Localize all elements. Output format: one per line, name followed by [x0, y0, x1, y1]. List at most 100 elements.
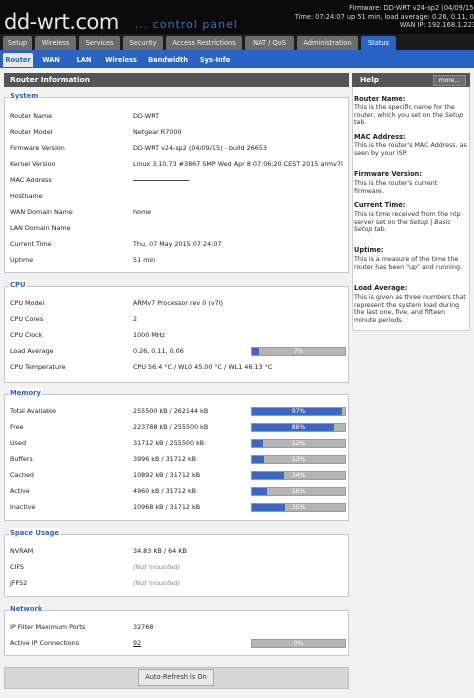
subtab-router[interactable]: Router	[3, 53, 33, 67]
row-value: 10968 kB / 31712 kB	[133, 503, 201, 511]
row-label: IP Filter Maximum Ports	[10, 623, 86, 631]
used-row: Used 31712 kB / 255500 kB 12%	[10, 437, 346, 449]
row-label: Total Available	[10, 407, 56, 415]
row-label: CPU Cores	[10, 315, 44, 323]
subtab-wireless[interactable]: Wireless	[101, 53, 141, 67]
cached-bar: 34%	[251, 471, 346, 480]
tab-nat-qos[interactable]: NAT / QoS	[245, 36, 294, 50]
row-value: home	[133, 208, 152, 216]
tab-administration[interactable]: Administration	[297, 36, 358, 50]
tab-status[interactable]: Status	[361, 36, 396, 50]
row-label: Active	[10, 487, 30, 495]
ddwrt-logo[interactable]: dd-wrt.com ... control panel	[4, 6, 238, 33]
row-label: Router Name	[10, 112, 53, 120]
active-row: Active 4960 kB / 31712 kB 16%	[10, 485, 346, 497]
help-desc-uptime: This is a measure of the time the router…	[354, 256, 463, 271]
router-model-row: Router Model Netgear R7000	[10, 126, 345, 138]
row-value: CPU 56.4 °C / WL0 45.00 °C / WL1 46.13 °…	[133, 363, 273, 371]
row-label: Cached	[10, 471, 34, 479]
help-more-button[interactable]: more...	[433, 75, 466, 86]
help-desc-router-name: This is the specific name for the router…	[354, 104, 464, 127]
subtab-wan[interactable]: WAN	[36, 53, 66, 67]
memory-section: Memory Total Available 255500 kB / 26214…	[4, 388, 349, 521]
help-term-mac-address: MAC Address:	[354, 133, 406, 141]
cpu-cores-row: CPU Cores 2	[10, 313, 345, 325]
help-term-load-average: Load Average:	[354, 284, 408, 292]
row-label: Hostname	[10, 192, 43, 200]
page-title: Router Information	[4, 73, 349, 87]
help-term-uptime: Uptime:	[354, 246, 384, 254]
row-label: Free	[10, 423, 24, 431]
bar-percent: 16%	[291, 488, 306, 495]
row-value: DD-WRT	[133, 112, 160, 120]
cpu-model-row: CPU Model ARMv7 Processor rev 0 (v7l)	[10, 297, 345, 309]
bar-percent: 12%	[291, 440, 306, 447]
help-term-firmware-version: Firmware Version:	[354, 170, 422, 178]
uptime-row: Uptime 51 min	[10, 254, 345, 266]
row-label: WAN Domain Name	[10, 208, 73, 216]
current-time-row: Current Time Thu, 07 May 2015 07:24:07	[10, 238, 345, 250]
row-value: Thu, 07 May 2015 07:24:07	[133, 240, 222, 248]
auto-refresh-button[interactable]: Auto-Refresh is On	[138, 669, 214, 686]
mac-address-masked	[133, 174, 189, 181]
row-value: (Not mounted)	[133, 579, 180, 587]
cpu-section: CPU CPU Model ARMv7 Processor rev 0 (v7l…	[4, 280, 349, 383]
subtab-lan[interactable]: LAN	[69, 53, 99, 67]
row-label: CPU Model	[10, 299, 45, 307]
tab-security[interactable]: Security	[123, 36, 163, 50]
header: dd-wrt.com ... control panel Firmware: D…	[0, 0, 474, 34]
subtab-bandwidth[interactable]: Bandwidth	[144, 53, 192, 67]
row-label: CIFS	[10, 563, 24, 571]
row-label: Firmware Version	[10, 144, 65, 152]
inactive-row: Inactive 10968 kB / 31712 kB 35%	[10, 501, 346, 513]
active-ip-connections-bar: 0%	[251, 639, 346, 648]
buffers-row: Buffers 3996 kB / 31712 kB 13%	[10, 453, 346, 465]
kernel-version-row: Kernel Version Linux 3.10.73 #3867 SMP W…	[10, 158, 345, 170]
network-section: Network IP Filter Maximum Ports 32768 Ac…	[4, 604, 349, 656]
load-average-row: Load Average 0.26, 0.11, 0.06 7%	[10, 345, 346, 357]
main-nav: Setup Wireless Services Security Access …	[0, 34, 474, 50]
help-desc-current-time: This is time received from the ntp serve…	[354, 211, 461, 234]
router-name-row: Router Name DD-WRT	[10, 110, 345, 122]
tab-access-restrictions[interactable]: Access Restrictions	[166, 36, 242, 50]
row-value: 3996 kB / 31712 kB	[133, 455, 197, 463]
row-label: Current Time	[10, 240, 52, 248]
row-value: 4960 kB / 31712 kB	[133, 487, 197, 495]
row-value: Linux 3.10.73 #3867 SMP Wed Apr 8 07:06:…	[133, 160, 343, 168]
bar-percent: 0%	[293, 640, 304, 647]
used-bar: 12%	[251, 439, 346, 448]
row-label: MAC Address	[10, 176, 52, 184]
bar-percent: 88%	[291, 424, 306, 431]
logo-subtitle: ... control panel	[134, 18, 238, 31]
jffs2-row: JFFS2 (Not mounted)	[10, 577, 345, 589]
space-usage-section: Space Usage NVRAM 34.83 KB / 64 KB CIFS …	[4, 528, 349, 597]
firmware-info: Firmware: DD-WRT v24-sp2 (04/09/15)	[349, 4, 474, 12]
row-label: CPU Temperature	[10, 363, 66, 371]
free-bar: 88%	[251, 423, 346, 432]
subtab-sys-info[interactable]: Sys-Info	[195, 53, 235, 67]
help-desc-mac-address: This is the router's MAC Address, as see…	[354, 142, 467, 157]
bar-percent: 97%	[291, 408, 306, 415]
buffers-bar: 13%	[251, 455, 346, 464]
cifs-row: CIFS (Not mounted)	[10, 561, 345, 573]
load-average-bar: 7%	[251, 347, 346, 356]
header-status: Firmware: DD-WRT v24-sp2 (04/09/15) Time…	[295, 4, 474, 30]
tab-wireless[interactable]: Wireless	[35, 36, 76, 50]
memory-legend: Memory	[9, 388, 42, 398]
free-row: Free 223788 kB / 255500 kB 88%	[10, 421, 346, 433]
row-label: Kernel Version	[10, 160, 56, 168]
row-label: Inactive	[10, 503, 36, 511]
active-ip-connections-row: Active IP Connections 92 0%	[10, 637, 346, 649]
active-ip-connections-link[interactable]: 92	[133, 637, 141, 649]
active-bar: 16%	[251, 487, 346, 496]
row-value: 0.26, 0.11, 0.06	[133, 347, 184, 355]
tab-services[interactable]: Services	[79, 36, 120, 50]
row-label: Used	[10, 439, 26, 447]
mac-address-row: MAC Address	[10, 174, 345, 186]
cpu-temperature-row: CPU Temperature CPU 56.4 °C / WL0 45.00 …	[10, 361, 345, 373]
row-value: 31712 kB / 255500 kB	[133, 439, 205, 447]
tab-setup[interactable]: Setup	[3, 36, 32, 50]
lan-domain-row: LAN Domain Name	[10, 222, 345, 234]
row-label: Active IP Connections	[10, 639, 80, 647]
help-desc-firmware-version: This is the router's current firmware.	[354, 180, 438, 195]
